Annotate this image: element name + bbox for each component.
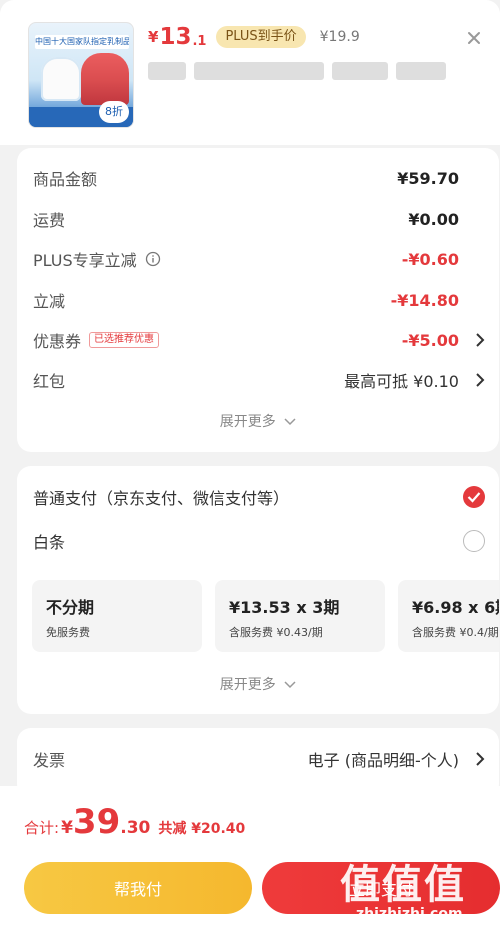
total-currency: ¥ [61,818,73,838]
summary-expand-label: 展开更多 [219,414,276,430]
row-plus-discount: PLUS专享立减 -¥0.60 [33,244,459,274]
payment-option-normal[interactable]: 普通支付（京东支付、微信支付等） [33,482,485,512]
radio-checked-icon[interactable] [463,486,485,508]
info-icon[interactable] [145,251,161,267]
close-icon[interactable] [466,30,482,46]
instant-discount-value: -¥14.80 [390,290,459,310]
plan-subtitle: 免服务费 [46,626,90,639]
chevron-down-icon [284,418,296,426]
chevron-down-icon [284,681,296,689]
coupon-recommend-tag: 已选推荐优惠 [89,332,160,348]
plan-title: 不分期 [46,598,95,617]
plan-title: ¥13.53 x 3期 [229,598,340,617]
red-packet-value: 最高可抵 ¥0.10 [344,372,459,391]
original-price: ¥19.9 [319,29,360,45]
payment-card: 普通支付（京东支付、微信支付等） 白条 不分期 免服务费 ¥13.53 x 3期… [17,466,499,714]
plan-subtitle: 含服务费 ¥0.4/期 [412,626,499,639]
radio-unchecked-icon[interactable] [463,530,485,552]
athletes-graphic [81,53,129,105]
price-integer: 13 [159,24,192,50]
coupon-label: 优惠券 [33,332,82,351]
price-row: ¥ 13 .1 PLUS到手价 ¥19.9 [148,22,360,52]
product-image[interactable]: 中国十大国家队指定乳制品 8折 [28,22,134,128]
invoice-label: 发票 [33,751,66,770]
product-title-blurred [148,62,446,82]
plus-discount-value: -¥0.60 [401,249,459,269]
goods-amount-label: 商品金额 [33,170,98,189]
shipping-value: ¥0.00 [408,209,459,229]
total-saving: 共减 ¥20.40 [158,821,246,837]
goods-amount-value: ¥59.70 [397,168,459,188]
red-packet-chevron-right-icon[interactable] [475,373,485,387]
plan-none[interactable]: 不分期 免服务费 [32,580,202,652]
watermark-url: zhizhizhi.com [356,906,463,922]
payment-expand-more[interactable]: 展开更多 [17,674,499,694]
payment-expand-label: 展开更多 [219,677,276,693]
payment-option-baitiao[interactable]: 白条 [33,526,485,556]
summary-expand-more[interactable]: 展开更多 [17,411,499,431]
invoice-value: 电子 (商品明细-个人) [307,751,459,770]
row-instant-discount: 立减 -¥14.80 [33,285,459,315]
site-watermark: 值值值 zhizhizhi.com [340,852,500,934]
order-summary-card: 商品金额 ¥59.70 运费 ¥0.00 PLUS专享立减 -¥0.60 立减 … [17,148,499,452]
shipping-label: 运费 [33,211,66,230]
plan-subtitle: 含服务费 ¥0.43/期 [229,626,323,639]
plan-title: ¥6.98 x 6期 [412,598,499,617]
invoice-row[interactable]: 发票 电子 (商品明细-个人) [33,744,459,774]
discount-badge: 8折 [99,101,129,123]
product-header: 中国十大国家队指定乳制品 8折 ¥ 13 .1 PLUS到手价 ¥19.9 [0,0,500,145]
price-currency: ¥ [148,28,159,46]
coupon-chevron-right-icon[interactable] [475,333,485,347]
normal-pay-label: 普通支付（京东支付、微信支付等） [33,489,290,508]
plus-discount-label: PLUS专享立减 [33,251,137,270]
watermark-logo: 值值值 [340,861,466,908]
plan-3-periods[interactable]: ¥13.53 x 3期 含服务费 ¥0.43/期 [215,580,385,652]
price-decimal: .1 [192,33,207,49]
product-image-brand: 中国十大国家队指定乳制品 [35,37,129,46]
baitiao-label: 白条 [33,533,66,552]
row-goods-amount: 商品金额 ¥59.70 [33,163,459,193]
instant-discount-label: 立减 [33,292,66,311]
invoice-chevron-right-icon[interactable] [475,752,485,766]
red-packet-label: 红包 [33,372,66,391]
total-amount: 合计: ¥ 39 .30 共减 ¥20.40 [24,802,245,842]
bottle-graphic [41,57,81,101]
installment-plans: 不分期 免服务费 ¥13.53 x 3期 含服务费 ¥0.43/期 ¥6.98 … [32,580,499,652]
total-decimal: .30 [120,818,151,838]
total-label: 合计: [24,819,60,837]
coupon-value: -¥5.00 [401,330,459,350]
help-me-pay-button[interactable]: 帮我付 [24,862,252,914]
row-coupon[interactable]: 优惠券 已选推荐优惠 -¥5.00 [33,325,459,355]
row-shipping: 运费 ¥0.00 [33,204,459,234]
plus-price-tag: PLUS到手价 [216,26,306,48]
total-integer: 39 [72,802,121,842]
row-red-packet[interactable]: 红包 最高可抵 ¥0.10 [33,365,459,395]
plan-6-periods[interactable]: ¥6.98 x 6期 含服务费 ¥0.4/期 [398,580,499,652]
